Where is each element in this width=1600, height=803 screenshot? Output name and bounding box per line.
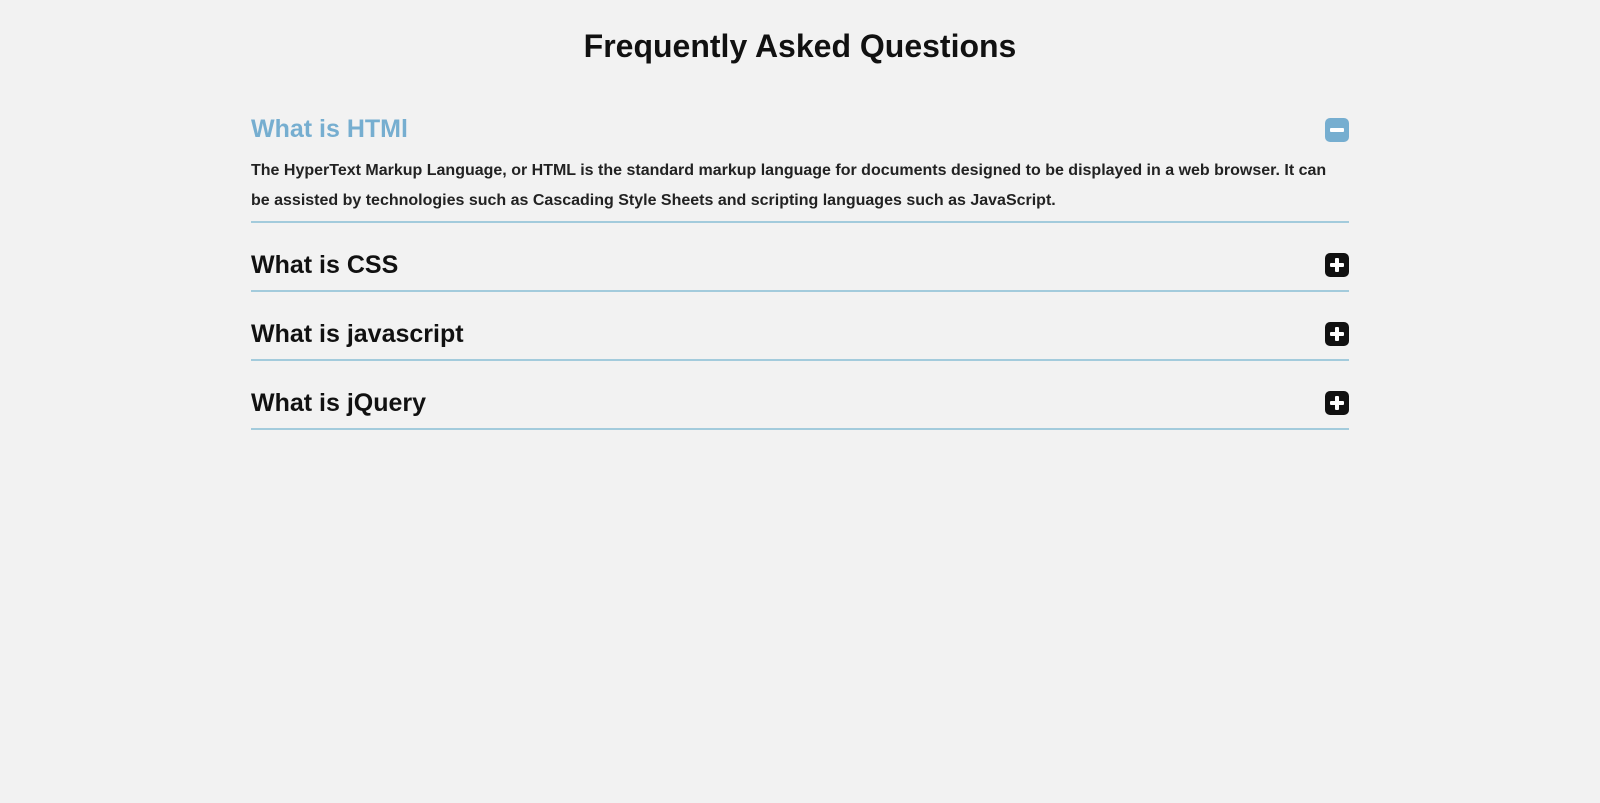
faq-item-jquery: What is jQuery (251, 383, 1349, 430)
faq-answer-html: The HyperText Markup Language, or HTML i… (251, 156, 1349, 217)
expand-icon[interactable] (1325, 391, 1349, 415)
faq-item-css: What is CSS (251, 245, 1349, 292)
faq-container: What is HTMl The HyperText Markup Langua… (251, 109, 1349, 430)
faq-header-css[interactable]: What is CSS (251, 245, 1349, 286)
faq-question-javascript: What is javascript (251, 314, 464, 355)
faq-question-html: What is HTMl (251, 109, 408, 150)
faq-header-jquery[interactable]: What is jQuery (251, 383, 1349, 424)
faq-header-javascript[interactable]: What is javascript (251, 314, 1349, 355)
faq-item-html: What is HTMl The HyperText Markup Langua… (251, 109, 1349, 223)
collapse-icon[interactable] (1325, 118, 1349, 142)
faq-header-html[interactable]: What is HTMl (251, 109, 1349, 150)
faq-question-jquery: What is jQuery (251, 383, 426, 424)
expand-icon[interactable] (1325, 322, 1349, 346)
page-title: Frequently Asked Questions (0, 0, 1600, 77)
expand-icon[interactable] (1325, 253, 1349, 277)
faq-item-javascript: What is javascript (251, 314, 1349, 361)
faq-question-css: What is CSS (251, 245, 398, 286)
